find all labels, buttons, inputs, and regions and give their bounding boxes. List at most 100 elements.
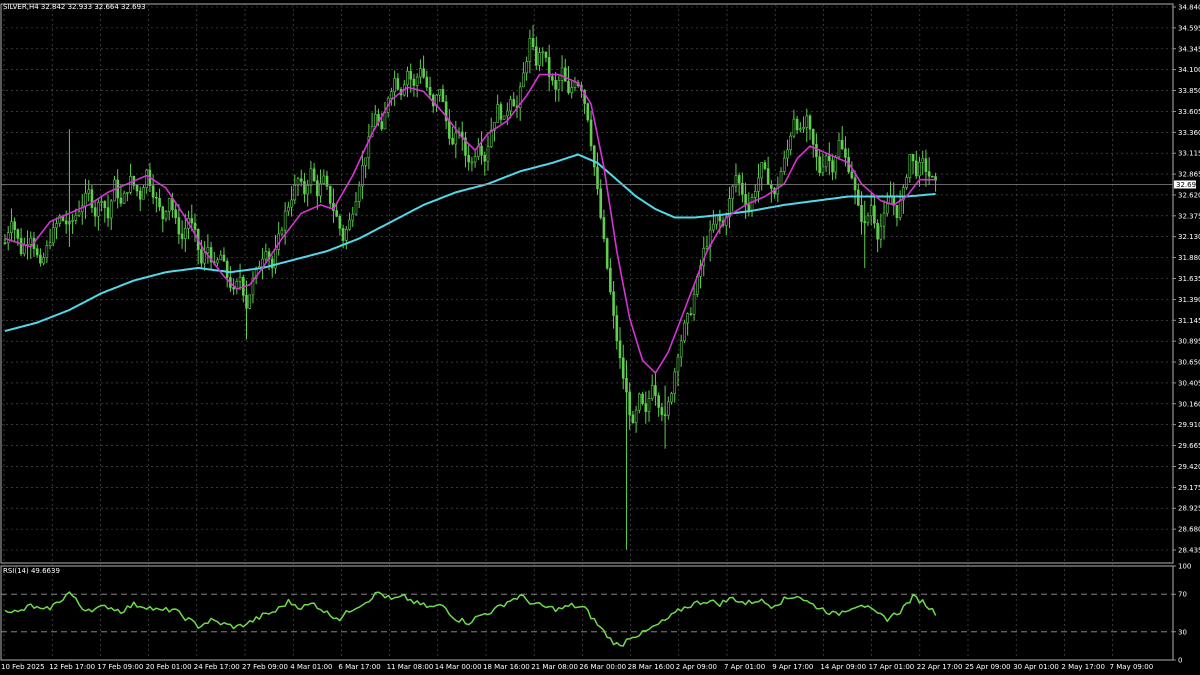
candle-body <box>799 128 802 131</box>
candle-body <box>158 197 161 208</box>
candle-body <box>496 104 499 123</box>
candle-body <box>853 177 857 191</box>
candle-body <box>45 245 49 258</box>
y-tick-label: 32.865 <box>1178 171 1200 179</box>
x-tick-label: 2 Apr 09:00 <box>676 663 717 671</box>
x-tick-label: 17 Feb 09:00 <box>97 663 143 671</box>
candle-body <box>373 114 377 127</box>
candle-body <box>641 393 644 404</box>
candle-body <box>264 251 268 260</box>
candle-body <box>592 145 596 168</box>
candle-body <box>557 79 561 90</box>
candle-body <box>206 247 210 254</box>
candle-body <box>357 185 361 202</box>
candle-body <box>409 70 413 80</box>
candle-body <box>6 232 10 244</box>
candle-body <box>93 207 97 217</box>
candle-body <box>100 201 103 203</box>
rsi-tick-label: 70 <box>1178 591 1187 599</box>
candle-body <box>316 180 319 197</box>
candle-body <box>657 395 660 408</box>
candle-body <box>911 154 915 162</box>
candle-body <box>354 201 358 215</box>
candle-body <box>126 192 129 194</box>
candle-body <box>828 155 831 161</box>
candle-body <box>473 156 477 163</box>
candle-body <box>921 158 925 163</box>
candle-body <box>792 118 796 137</box>
candle-body <box>225 260 229 278</box>
candle-body <box>528 38 532 62</box>
candle-body <box>470 161 474 164</box>
candle-body <box>753 191 757 198</box>
candle-body <box>815 144 818 158</box>
candle-body <box>338 216 342 229</box>
chart-canvas: 34.840 34.595 34.345 34.100 33.850 33.605 33.3… <box>0 0 1200 675</box>
candle-body <box>741 182 744 195</box>
candle-body <box>860 204 863 222</box>
candle-body <box>184 228 187 239</box>
candle-body <box>634 409 638 424</box>
candle-body <box>319 183 322 197</box>
candle-body <box>811 128 815 145</box>
candle-body <box>621 357 625 379</box>
candle-body <box>506 110 509 117</box>
x-tick-label: 26 Mar 00:00 <box>579 663 626 671</box>
x-tick-label: 30 Apr 01:00 <box>1013 663 1059 671</box>
candle-body <box>23 244 26 255</box>
candle-body <box>599 188 603 218</box>
candle-body <box>29 237 33 245</box>
candle-body <box>287 206 290 212</box>
x-tick-label: 27 Feb 09:00 <box>242 663 288 671</box>
candle-body <box>64 220 68 225</box>
candle-body <box>795 118 799 131</box>
candle-body <box>885 203 889 214</box>
y-tick-label: 32.375 <box>1178 212 1200 220</box>
candle-body <box>299 178 303 182</box>
candle-body <box>483 154 487 162</box>
candle-body <box>161 206 165 220</box>
candle-body <box>589 119 593 147</box>
candle-body <box>744 194 747 206</box>
candle-body <box>602 217 606 239</box>
candle-body <box>109 200 113 219</box>
candle-body <box>873 205 876 224</box>
chart-background <box>0 0 1200 675</box>
candle-body <box>312 168 316 181</box>
candle-body <box>879 225 883 240</box>
candle-body <box>396 78 400 90</box>
candle-body <box>512 99 516 107</box>
candle-body <box>834 156 838 173</box>
candle-body <box>290 199 293 208</box>
candle-body <box>238 276 242 282</box>
candle-body <box>905 177 908 188</box>
candle-body <box>106 207 110 219</box>
candle-body <box>763 162 767 169</box>
candle-body <box>35 248 39 256</box>
x-tick-label: 4 Mar 01:00 <box>290 663 332 671</box>
candle-body <box>554 80 557 90</box>
candle-body <box>122 192 126 204</box>
x-tick-label: 20 Feb 01:00 <box>146 663 192 671</box>
candle-body <box>103 201 107 208</box>
y-tick-label: 29.665 <box>1178 442 1200 450</box>
candle-body <box>895 205 899 218</box>
candle-body <box>927 171 931 177</box>
candle-body <box>335 210 338 217</box>
candle-body <box>438 89 442 96</box>
x-tick-label: 7 May 09:00 <box>1110 663 1154 671</box>
candle-body <box>361 165 364 187</box>
y-tick-label: 34.100 <box>1178 66 1200 74</box>
candle-body <box>689 313 693 315</box>
x-tick-label: 17 Apr 01:00 <box>869 663 915 671</box>
candle-body <box>866 215 870 223</box>
candle-body <box>551 76 554 81</box>
candle-body <box>647 398 651 412</box>
candle-body <box>97 202 100 217</box>
candle-body <box>222 254 226 262</box>
candle-body <box>393 78 396 92</box>
rsi-tick-label: 100 <box>1178 563 1191 571</box>
candle-body <box>541 51 545 54</box>
candle-body <box>802 127 805 130</box>
candle-body <box>216 259 219 264</box>
